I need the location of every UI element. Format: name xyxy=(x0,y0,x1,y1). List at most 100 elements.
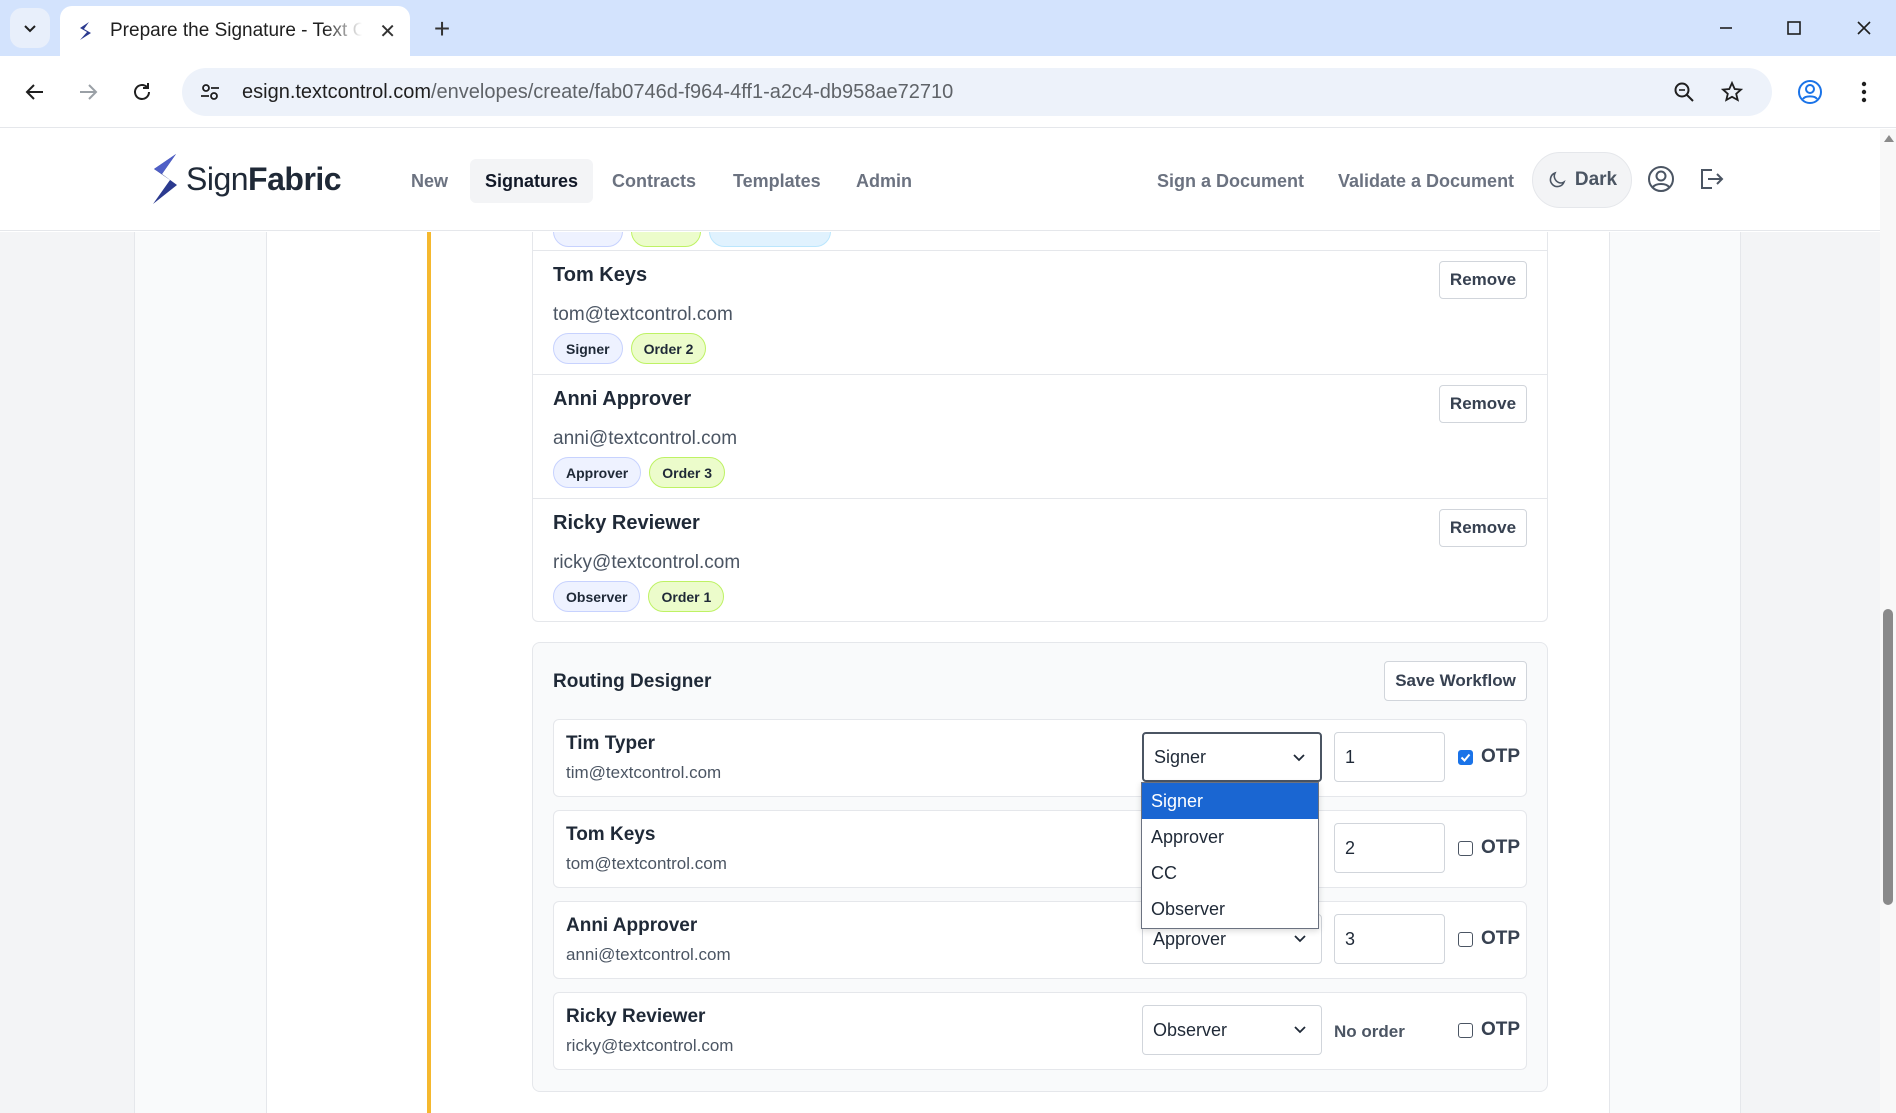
dark-mode-toggle[interactable]: Dark xyxy=(1532,152,1632,208)
recipient-email: anni@textcontrol.com xyxy=(553,428,738,449)
arrow-left-icon xyxy=(25,84,43,100)
logo-text: SignFabric xyxy=(186,160,342,197)
scroll-up-arrow-icon[interactable] xyxy=(1884,135,1894,142)
checkbox-icon[interactable] xyxy=(1458,1022,1473,1038)
dropdown-option-observer[interactable]: Observer xyxy=(1142,891,1318,927)
reload-icon xyxy=(134,83,150,100)
chevron-down-icon xyxy=(1294,1026,1306,1034)
routing-recipient-email: anni@textcontrol.com xyxy=(566,945,731,964)
maximize-icon[interactable] xyxy=(1766,8,1822,48)
recipient-item: Tom Keys tom@textcontrol.com Signer Orde… xyxy=(533,250,1547,374)
window-close-icon[interactable] xyxy=(1836,8,1892,48)
moon-icon xyxy=(1549,171,1566,188)
role-badge: Observer xyxy=(553,581,641,612)
dark-mode-label: Dark xyxy=(1574,169,1618,190)
tab-title: Prepare the Signature - Text Control xyxy=(110,20,362,41)
recipient-item: Anni Approver anni@textcontrol.com Appro… xyxy=(533,374,1547,498)
site-info-icon[interactable] xyxy=(190,72,230,112)
new-tab-button[interactable]: + xyxy=(425,12,459,46)
chevron-down-icon xyxy=(24,25,36,33)
no-order-label: No order xyxy=(1334,1022,1405,1041)
scrollbar-thumb[interactable] xyxy=(1883,609,1893,905)
otp-label: OTP xyxy=(1481,1019,1521,1040)
order-badge: Order 3 xyxy=(649,457,726,488)
otp-label: OTP xyxy=(1481,746,1521,767)
role-select[interactable]: Observer xyxy=(1142,1005,1322,1055)
order-badge: Order 1 xyxy=(648,581,725,612)
signfabric-logo[interactable]: SignFabric xyxy=(150,153,342,205)
nav-templates[interactable]: Templates xyxy=(718,159,836,203)
otp-checkbox[interactable]: OTP xyxy=(1458,837,1520,859)
routing-recipient-name: Tom Keys xyxy=(566,824,656,845)
validate-document-link[interactable]: Validate a Document xyxy=(1323,159,1529,203)
routing-row: Tom Keys tom@textcontrol.com OTP xyxy=(553,810,1527,888)
back-button[interactable] xyxy=(15,72,55,112)
routing-recipient-name: Ricky Reviewer xyxy=(566,1006,706,1027)
logout-icon[interactable] xyxy=(1694,162,1728,196)
routing-row: Ricky Reviewer ricky@textcontrol.com Obs… xyxy=(553,992,1527,1070)
minimize-icon[interactable] xyxy=(1698,8,1754,48)
chevron-down-icon xyxy=(1293,754,1305,762)
browser-tabstrip: Prepare the Signature - Text Control ✕ + xyxy=(0,0,1896,56)
routing-row: Tim Typer tim@textcontrol.com Signer OTP xyxy=(553,719,1527,797)
dropdown-option-approver[interactable]: Approver xyxy=(1142,819,1318,855)
order-input[interactable] xyxy=(1334,914,1445,964)
arrow-right-icon xyxy=(80,84,98,100)
signfabric-logo-icon xyxy=(153,154,177,204)
otp-checkbox[interactable]: OTP xyxy=(1458,746,1520,768)
routing-designer: Routing Designer Save Workflow Tim Typer… xyxy=(532,642,1548,1092)
recipient-email: ricky@textcontrol.com xyxy=(553,552,741,573)
nav-signatures[interactable]: Signatures xyxy=(470,159,594,203)
nav-new[interactable]: New xyxy=(396,159,463,203)
browser-toolbar: esign.textcontrol.com/envelopes/create/f… xyxy=(0,56,1896,128)
recipient-list: Tom Keys tom@textcontrol.com Signer Orde… xyxy=(532,232,1548,622)
browser-menu-icon[interactable] xyxy=(1844,72,1884,112)
address-bar[interactable]: esign.textcontrol.com/envelopes/create/f… xyxy=(182,68,1772,116)
remove-recipient-button[interactable]: Remove xyxy=(1439,385,1527,423)
otp-checkbox[interactable]: OTP xyxy=(1458,1019,1520,1041)
role-select[interactable]: Signer xyxy=(1142,732,1322,782)
checkbox-checked-icon[interactable] xyxy=(1458,749,1473,765)
remove-recipient-button[interactable]: Remove xyxy=(1439,261,1527,299)
reload-button[interactable] xyxy=(122,72,162,112)
browser-tab-active[interactable]: Prepare the Signature - Text Control ✕ xyxy=(60,6,410,56)
role-badge: Approver xyxy=(553,457,642,488)
recipient-item: Ricky Reviewer ricky@textcontrol.com Obs… xyxy=(533,498,1547,621)
recipient-name: Ricky Reviewer xyxy=(553,512,700,534)
forward-button[interactable] xyxy=(68,72,108,112)
profile-icon[interactable] xyxy=(1790,72,1830,112)
bookmark-star-icon[interactable] xyxy=(1712,72,1752,112)
otp-checkbox[interactable]: OTP xyxy=(1458,928,1520,950)
recipient-email: tom@textcontrol.com xyxy=(553,304,733,325)
order-badge: Order 2 xyxy=(630,333,707,364)
remove-recipient-button[interactable]: Remove xyxy=(1439,509,1527,547)
role-badge: Signer xyxy=(553,333,623,364)
dropdown-option-signer[interactable]: Signer xyxy=(1142,783,1318,819)
order-input[interactable] xyxy=(1334,732,1445,782)
save-workflow-button[interactable]: Save Workflow xyxy=(1384,661,1527,701)
user-account-icon[interactable] xyxy=(1644,162,1678,196)
sign-document-link[interactable]: Sign a Document xyxy=(1142,159,1319,203)
page-scrollbar[interactable] xyxy=(1880,129,1896,1113)
nav-admin[interactable]: Admin xyxy=(841,159,927,203)
dropdown-option-cc[interactable]: CC xyxy=(1142,855,1318,891)
zoom-icon[interactable] xyxy=(1664,72,1704,112)
routing-recipient-email: ricky@textcontrol.com xyxy=(566,1036,734,1055)
routing-recipient-name: Tim Typer xyxy=(566,733,656,754)
routing-designer-title: Routing Designer xyxy=(553,671,712,692)
step-timeline-bar xyxy=(427,232,431,1113)
recipient-name: Tom Keys xyxy=(553,264,648,286)
recipient-name: Anni Approver xyxy=(553,388,692,410)
checkbox-icon[interactable] xyxy=(1458,840,1473,856)
chevron-down-icon xyxy=(1294,935,1306,943)
routing-recipient-name: Anni Approver xyxy=(566,915,698,936)
routing-row: Anni Approver anni@textcontrol.com Appro… xyxy=(553,901,1527,979)
tab-search-button[interactable] xyxy=(10,8,50,48)
tab-close-icon[interactable]: ✕ xyxy=(379,19,396,44)
role-dropdown-list: Signer Approver CC Observer xyxy=(1141,782,1319,929)
routing-recipient-email: tim@textcontrol.com xyxy=(566,763,722,782)
url-text: esign.textcontrol.com/envelopes/create/f… xyxy=(242,80,954,103)
order-input[interactable] xyxy=(1334,823,1445,873)
checkbox-icon[interactable] xyxy=(1458,931,1473,947)
nav-contracts[interactable]: Contracts xyxy=(597,159,711,203)
